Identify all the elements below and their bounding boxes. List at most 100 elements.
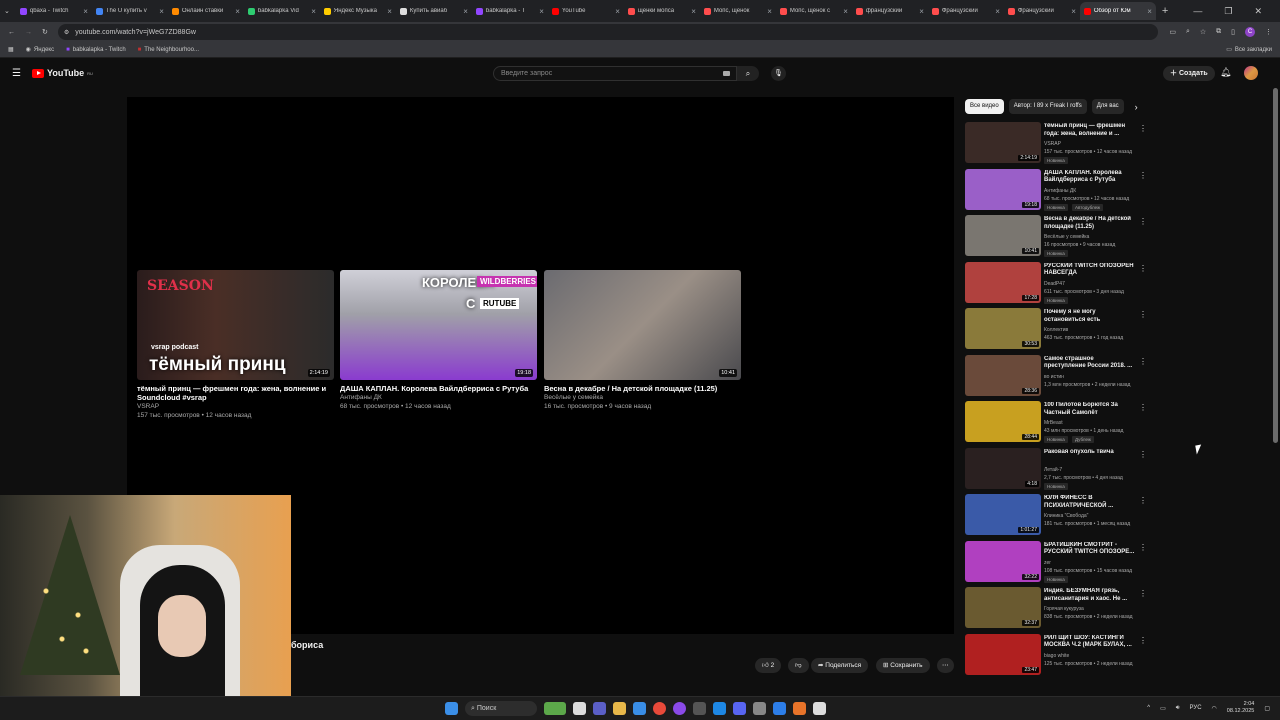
more-options-icon[interactable]: ⋮ (1139, 450, 1147, 459)
related-video-item[interactable]: 10:41 Весна в декабре / На детской площад… (965, 215, 1155, 262)
related-video-title[interactable]: Почему я не могу остановиться есть (1044, 309, 1136, 324)
wifi-icon[interactable]: ◠ (1212, 705, 1217, 712)
bookmark-twitch[interactable]: ■ babkalapka - Twitch (66, 47, 126, 53)
related-video-item[interactable]: 23:47 РИЛ ЩИТ ШОУ: КАСТИНГИ МОСКВА Ч.2 (М… (965, 633, 1155, 681)
related-video-title[interactable]: Индия. БЕЗУМНАЯ грязь, антисанитария и х… (1044, 588, 1136, 603)
endcard-channel[interactable]: Весёлые у семейка (544, 393, 741, 402)
tab-close-icon[interactable]: × (463, 7, 468, 16)
related-video-title[interactable]: тёмный принц — фрешмен года: жена, волне… (1044, 123, 1136, 138)
zoom-icon[interactable]: ⌕ (1186, 28, 1190, 36)
site-info-icon[interactable]: ⚙ (64, 29, 69, 36)
browser-tab[interactable]: Французский × (928, 2, 1004, 20)
related-video-thumbnail[interactable]: 32:37 (965, 587, 1041, 628)
related-video-item[interactable]: 28:36 Самое страшное преступление России … (965, 354, 1155, 402)
related-video-channel[interactable]: VSRAP (1044, 141, 1061, 147)
notifications-bell-icon[interactable]: 🔔︎ (1220, 67, 1231, 78)
user-avatar[interactable] (1244, 66, 1258, 80)
close-window-button[interactable]: ✕ (1254, 6, 1262, 17)
notepad-icon[interactable] (813, 702, 826, 715)
related-video-thumbnail[interactable]: 28:44 (965, 401, 1041, 442)
browser-tab[interactable]: qbaxa - Twitch × (16, 2, 92, 20)
dislike-button[interactable]: 👎︎ (788, 658, 809, 673)
bookmark-star-icon[interactable]: ☆ (1200, 28, 1206, 36)
windows-start-icon[interactable] (445, 702, 458, 715)
endcard-thumbnail[interactable]: КОРОЛЕВА WILDBERRIES С RUTUBE 19:18 (340, 270, 537, 380)
endcard-channel[interactable]: VSRAP (137, 402, 334, 411)
cast-icon[interactable]: ▭ (1169, 28, 1176, 36)
related-video-thumbnail[interactable]: 32:22 (965, 540, 1041, 582)
browser-tab[interactable]: Онлайн ставки × (168, 2, 244, 20)
related-video-title[interactable]: 100 Пилотов Борются За Частный Самолёт (1044, 402, 1136, 417)
search-button[interactable]: ⌕ (737, 66, 759, 81)
tab-close-icon[interactable]: × (1071, 7, 1076, 16)
obs-icon[interactable] (673, 702, 686, 715)
widgets-icon[interactable] (544, 702, 566, 715)
related-video-item[interactable]: 32:37 Индия. БЕЗУМНАЯ грязь, антисанитари… (965, 587, 1155, 634)
keyboard-icon[interactable] (723, 71, 730, 76)
browser-icon[interactable] (773, 702, 786, 715)
browser-tab[interactable]: Яндекс Музыка × (320, 2, 396, 20)
tray-lang[interactable]: РУС (1190, 705, 1202, 711)
related-video-channel[interactable]: DeadP47 (1044, 281, 1065, 287)
browser-tab[interactable]: Обзор от Юм × (1079, 2, 1156, 20)
tab-close-icon[interactable]: × (235, 7, 240, 16)
hamburger-menu-icon[interactable]: ☰ (12, 68, 21, 79)
endcard-3[interactable]: 10:41 Весна в декабре / На детской площа… (544, 270, 741, 411)
related-video-title[interactable]: Весна в декабре / На детской площадке (1… (1044, 216, 1136, 231)
related-video-channel[interactable]: Летай-7 (1044, 467, 1062, 473)
endcard-title[interactable]: ДАША КАПЛАН. Королева Вайлдберриса с Рут… (340, 384, 537, 393)
taskbar-search[interactable]: ⌕ Поиск (465, 701, 537, 716)
related-video-title[interactable]: ЮЛЯ ФИНЕСС В ПСИХИАТРИЧЕСКОЙ ... (1044, 495, 1136, 510)
related-video-item[interactable]: 1:01:27 ЮЛЯ ФИНЕСС В ПСИХИАТРИЧЕСКОЙ ... К… (965, 494, 1155, 541)
tab-search-icon[interactable]: ⌄ (4, 7, 10, 15)
browser-tab[interactable]: babkalapka Vid × (244, 2, 320, 20)
profile-avatar[interactable]: C (1245, 27, 1255, 37)
endcard-title[interactable]: тёмный принц — фрешмен года: жена, волне… (137, 384, 334, 402)
tab-close-icon[interactable]: × (995, 7, 1000, 16)
related-video-thumbnail[interactable]: 28:36 (965, 354, 1041, 396)
chrome-icon[interactable] (653, 702, 666, 715)
new-tab-button[interactable]: + (1162, 5, 1168, 17)
related-video-thumbnail[interactable]: 23:47 (965, 633, 1041, 675)
extensions-icon[interactable]: ⧉ (1216, 28, 1221, 36)
chip-for-you[interactable]: Для вас (1091, 99, 1124, 114)
browser-tab[interactable]: YouTube × (548, 2, 624, 20)
sidepanel-icon[interactable]: ▯ (1231, 28, 1235, 36)
address-bar[interactable]: ⚙ youtube.com/watch?v=jWeG7ZD88Gw (57, 24, 1158, 40)
related-video-title[interactable]: Самое страшное преступление России 2018.… (1044, 356, 1136, 371)
related-video-item[interactable]: 2:14:19 тёмный принц — фрешмен года: жена… (965, 122, 1155, 169)
voice-search-button[interactable]: 🎙︎ (771, 66, 786, 81)
apps-grid-icon[interactable]: ▦ (8, 46, 14, 53)
create-button[interactable]: ＋ Создать (1163, 66, 1215, 81)
tab-close-icon[interactable]: × (387, 7, 392, 16)
like-button[interactable]: 👍︎ 2 (755, 658, 782, 673)
edge-icon[interactable] (633, 702, 646, 715)
app-icon[interactable] (693, 702, 706, 715)
search-input[interactable]: Введите запрос (493, 66, 737, 81)
related-video-channel[interactable]: Весёлые у семейка (1044, 234, 1089, 240)
share-button[interactable]: ➦ Поделиться (811, 658, 869, 673)
tab-close-icon[interactable]: × (1147, 7, 1152, 16)
browser-tab[interactable]: французский × (852, 2, 928, 20)
bookmark-neighbourhood[interactable]: ■ The Neighbourhoo... (138, 47, 199, 53)
forward-icon[interactable]: → (25, 29, 32, 36)
tab-close-icon[interactable]: × (615, 7, 620, 16)
browser-tab[interactable]: Французский × (1004, 2, 1080, 20)
file-explorer-icon[interactable] (613, 702, 626, 715)
task-view-icon[interactable] (573, 702, 586, 715)
page-scrollbar[interactable] (1273, 88, 1278, 443)
more-options-icon[interactable]: ⋮ (1139, 403, 1147, 412)
related-video-title[interactable]: РИЛ ЩИТ ШОУ: КАСТИНГИ МОСКВА Ч.2 (МАРК Б… (1044, 635, 1136, 650)
tab-close-icon[interactable]: × (767, 7, 772, 16)
volume-icon[interactable]: 🔊︎ (1176, 705, 1180, 712)
maximize-button[interactable]: ❐ (1224, 6, 1232, 17)
related-video-item[interactable]: 19:18 ДАША КАПЛАН. Королева Вайлдберриса … (965, 168, 1155, 216)
related-video-thumbnail[interactable]: 19:18 (965, 168, 1041, 210)
browser-tab[interactable]: babkalapka - T × (472, 2, 548, 20)
telegram-icon[interactable] (713, 702, 726, 715)
endcard-title[interactable]: Весна в декабре / На детской площадке (1… (544, 384, 741, 393)
endcard-1[interactable]: SEASON vsrap podcast тёмный принц 2:14:1… (137, 270, 334, 420)
network-icon[interactable]: ▭ (1160, 705, 1166, 712)
tray-chevron-icon[interactable]: ^ (1147, 705, 1150, 711)
related-video-thumbnail[interactable]: 17:28 (965, 261, 1041, 303)
